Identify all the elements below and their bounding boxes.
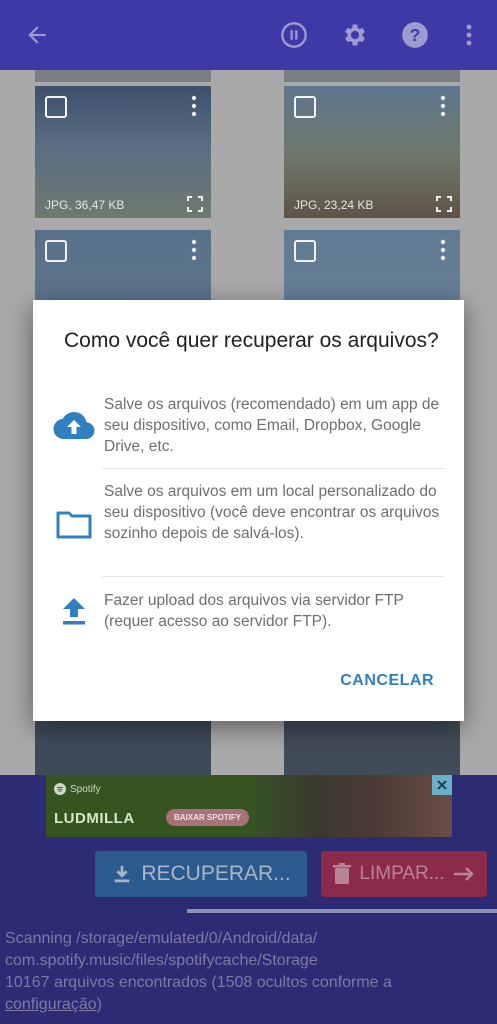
pause-icon[interactable] (277, 18, 311, 52)
close-icon[interactable] (432, 775, 452, 795)
folder-icon (53, 503, 95, 545)
upload-icon (53, 590, 95, 632)
option-ftp-upload[interactable]: Fazer upload dos arquivos via servidor F… (53, 590, 445, 634)
clean-button[interactable]: LIMPAR... (321, 851, 487, 897)
checkbox[interactable] (294, 96, 316, 118)
divider (102, 576, 445, 577)
checkbox[interactable] (45, 96, 67, 118)
checkbox[interactable] (45, 240, 67, 262)
thumbnail[interactable]: JPG, 23,24 KB (284, 86, 460, 218)
status-line: Scanning /storage/emulated/0/Android/dat… (5, 930, 318, 947)
gear-icon[interactable] (338, 18, 372, 52)
arrow-right-icon (453, 867, 474, 881)
more-vert-icon[interactable] (187, 238, 201, 262)
recover-button[interactable]: RECUPERAR... (95, 851, 307, 897)
status-line: 10167 arquivos encontrados (1508 ocultos… (5, 974, 392, 991)
spotify-logo-icon (54, 783, 66, 795)
option-text: Salve os arquivos (recomendado) em um ap… (104, 396, 440, 455)
ad-image (256, 775, 452, 837)
thumbnail[interactable]: JPG, 36,47 KB (35, 86, 211, 218)
divider (102, 468, 445, 469)
back-arrow-icon[interactable] (20, 18, 54, 52)
recover-label: RECUPERAR... (141, 862, 291, 885)
thumbnail[interactable] (35, 70, 211, 82)
download-icon (114, 865, 130, 883)
file-meta: JPG, 23,24 KB (294, 198, 374, 212)
more-vert-icon[interactable] (436, 94, 450, 118)
ad-cta-button[interactable]: BAIXAR SPOTIFY (166, 809, 250, 826)
fullscreen-icon[interactable] (436, 196, 452, 212)
trash-icon (333, 863, 352, 884)
file-meta: JPG, 36,47 KB (45, 198, 125, 212)
thumbnail[interactable] (284, 70, 460, 82)
option-save-to-app[interactable]: Salve os arquivos (recomendado) em um ap… (53, 394, 445, 458)
fullscreen-icon[interactable] (187, 196, 203, 212)
scan-status: Scanning /storage/emulated/0/Android/dat… (5, 928, 495, 1016)
cancel-button[interactable]: CANCELAR (340, 672, 434, 690)
recover-dialog: Como você quer recuperar os arquivos? Sa… (33, 300, 464, 721)
settings-link[interactable]: configuração (5, 996, 97, 1013)
status-tail: ) (96, 996, 102, 1013)
more-vert-icon[interactable] (436, 238, 450, 262)
cloud-upload-icon (53, 404, 95, 446)
ad-artist: LUDMILLA (54, 810, 135, 827)
option-text: Fazer upload dos arquivos via servidor F… (104, 592, 404, 630)
more-vert-icon[interactable] (187, 94, 201, 118)
clean-label: LIMPAR... (359, 863, 445, 884)
ad-brand: Spotify (70, 783, 101, 795)
ad-banner[interactable]: Spotify LUDMILLA BAIXAR SPOTIFY (46, 775, 452, 837)
status-line: com.spotify.music/files/spotifycache/Sto… (5, 952, 318, 969)
app-toolbar: ? (0, 0, 497, 70)
checkbox[interactable] (294, 240, 316, 262)
help-icon[interactable]: ? (398, 18, 432, 52)
dialog-title: Como você quer recuperar os arquivos? (64, 329, 439, 352)
option-text: Salve os arquivos em um local personaliz… (104, 483, 440, 542)
svg-text:?: ? (410, 25, 421, 45)
option-save-local[interactable]: Salve os arquivos em um local personaliz… (53, 481, 445, 567)
more-vert-icon[interactable] (452, 18, 486, 52)
scan-progress-bar (187, 909, 497, 913)
